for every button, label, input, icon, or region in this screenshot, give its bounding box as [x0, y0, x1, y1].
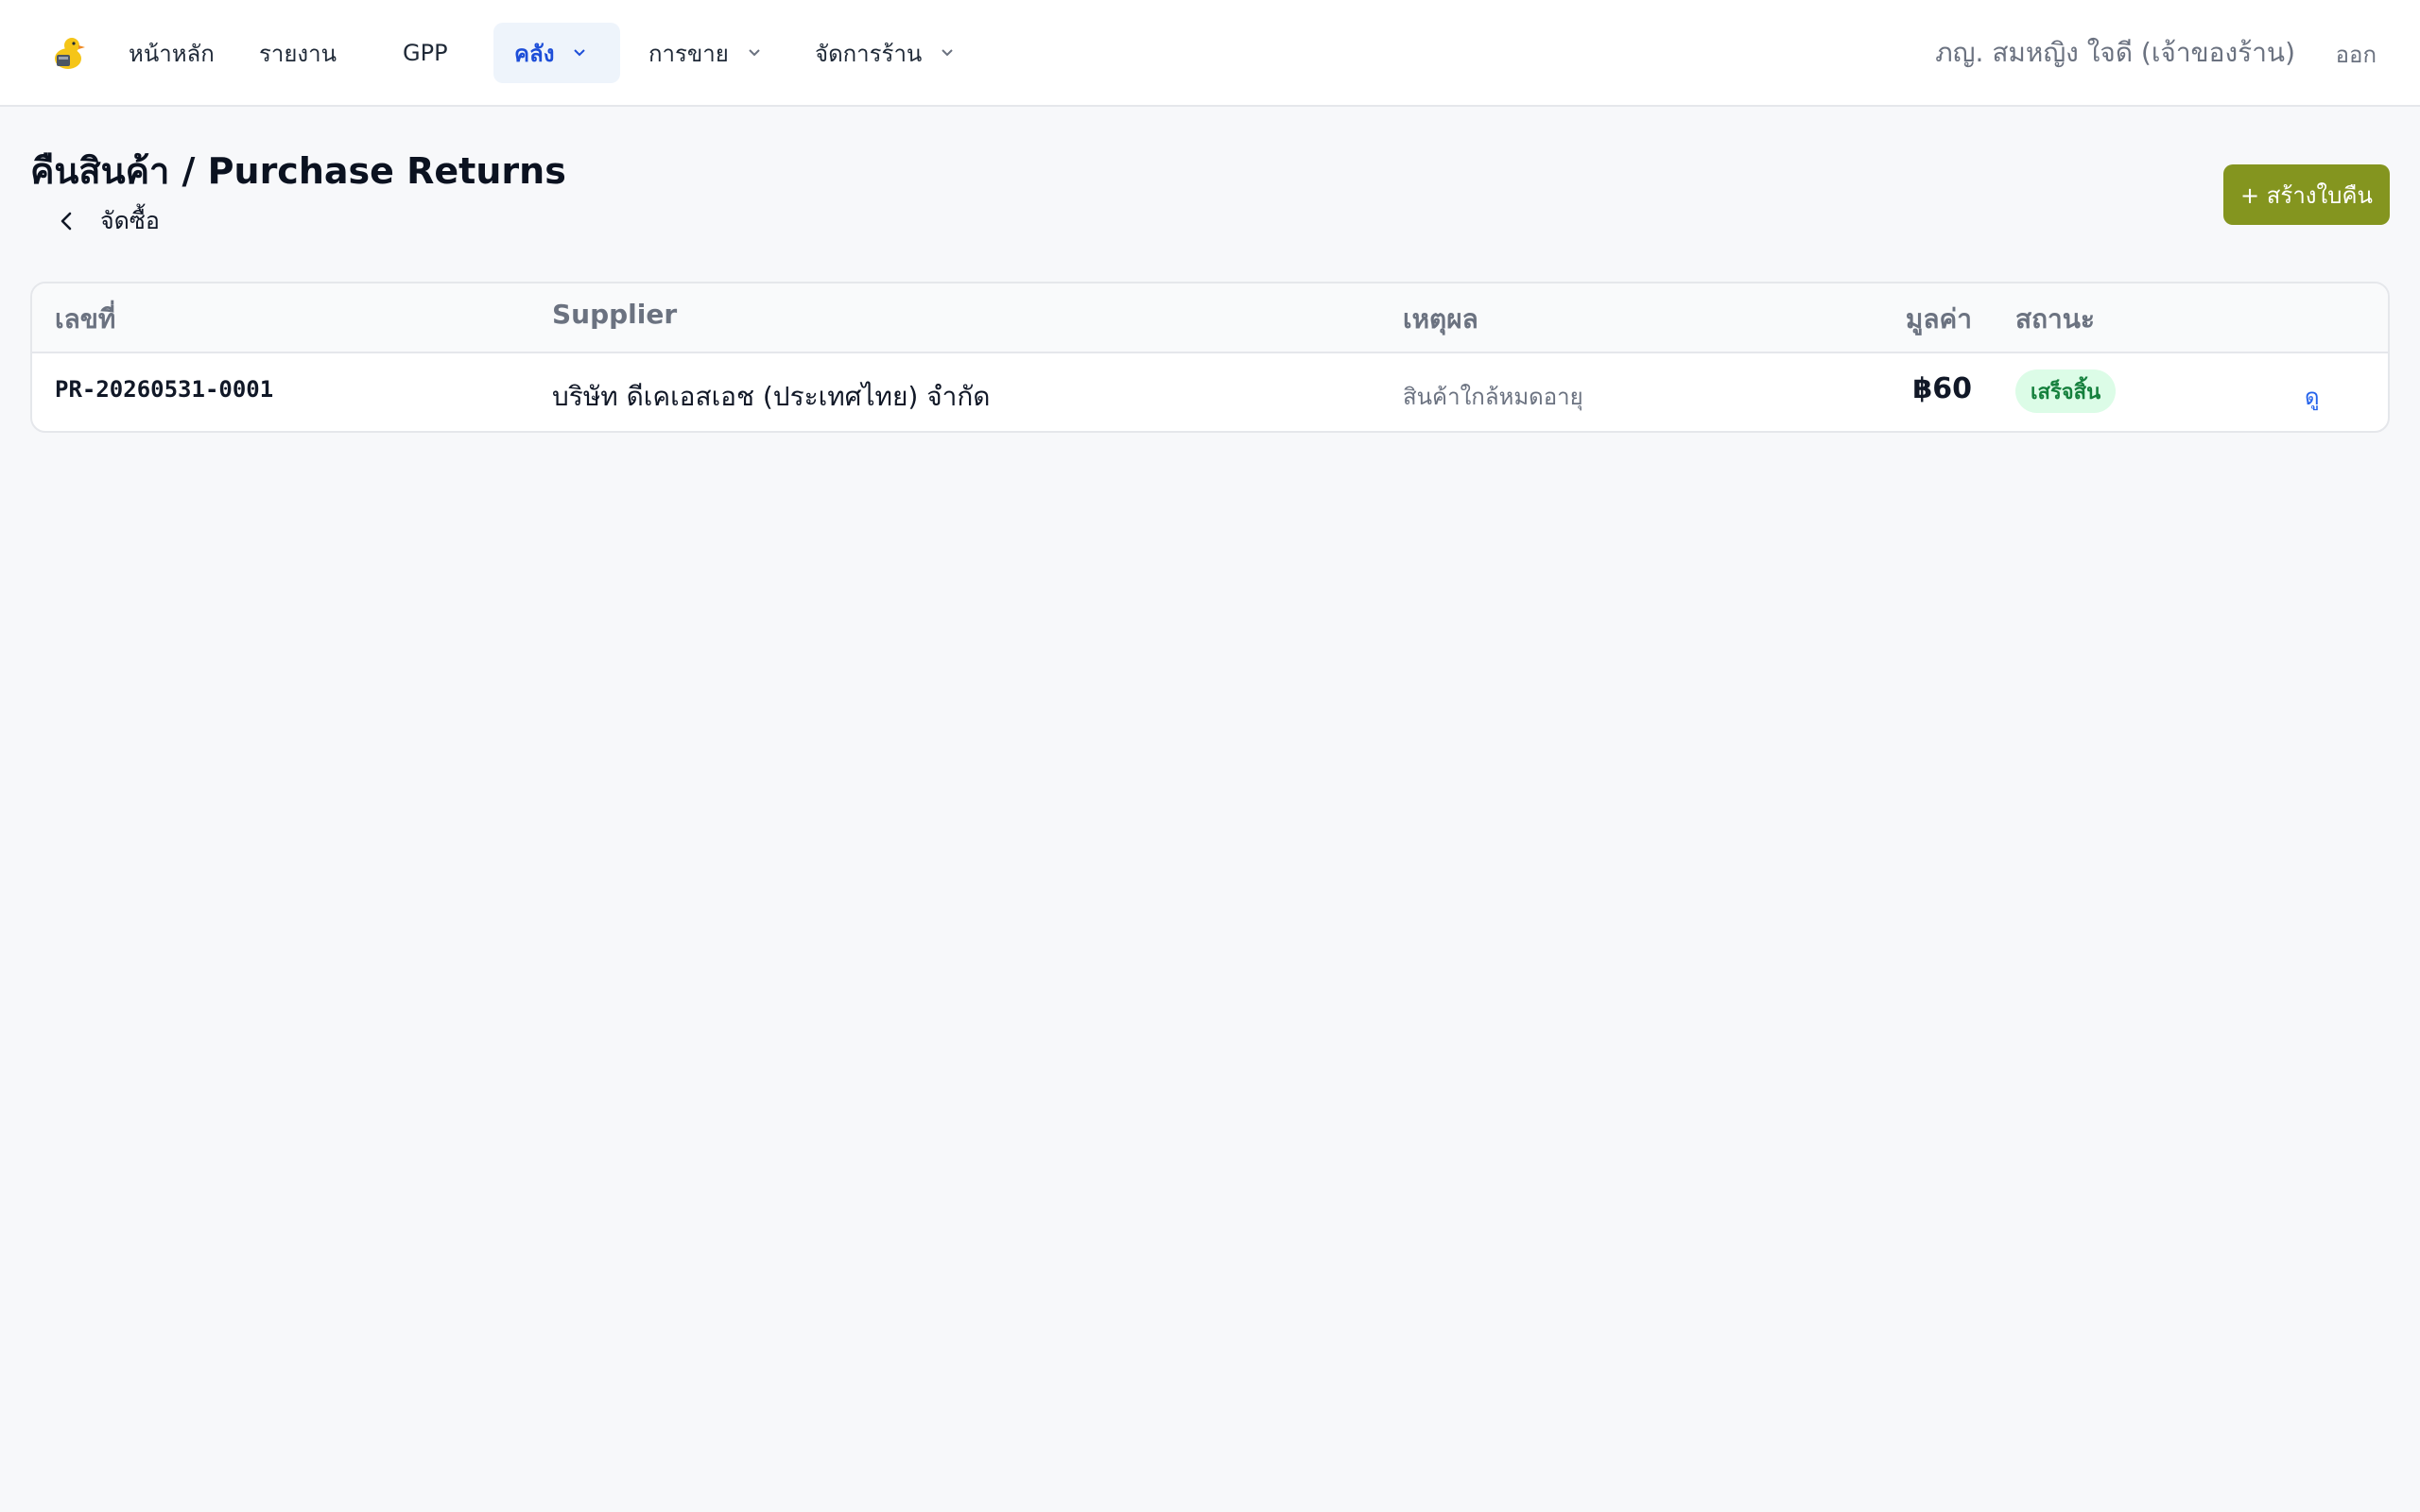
column-header-supplier: Supplier: [552, 299, 678, 330]
nav-item-label: การขาย: [648, 40, 729, 67]
back-to-purchasing-link[interactable]: จัดซื้อ: [55, 202, 160, 240]
return-amount: ฿60: [1912, 372, 1972, 405]
purchase-returns-table: เลขที่ Supplier เหตุผล มูลค่า สถานะ PR-2…: [30, 282, 2390, 433]
duck-logo-icon[interactable]: [49, 34, 87, 72]
nav-item-label: จัดการร้าน: [815, 40, 923, 67]
column-header-status: สถานะ: [2015, 303, 2095, 335]
create-return-button[interactable]: + สร้างใบคืน: [2223, 164, 2390, 225]
logout-button[interactable]: ออก: [2336, 36, 2377, 73]
chevron-down-icon: [942, 49, 954, 57]
column-header-number: เลขที่: [55, 303, 116, 335]
status-badge: เสร็จสิ้น: [2015, 369, 2117, 413]
nav-item-label: หน้าหลัก: [129, 40, 215, 67]
back-link-label: จัดซื้อ: [100, 207, 160, 234]
table-header: เลขที่ Supplier เหตุผล มูลค่า สถานะ: [32, 284, 2388, 353]
column-header-amount: มูลค่า: [1905, 303, 1972, 335]
nav-item-label: GPP: [403, 40, 448, 66]
chevron-down-icon: [574, 49, 586, 57]
table-row[interactable]: PR-20260531-0001 บริษัท ดีเคเอสเอช (ประเ…: [32, 353, 2388, 431]
chevron-down-icon: [749, 49, 760, 57]
nav-item-gpp[interactable]: GPP: [382, 23, 469, 83]
nav-item-sales[interactable]: การขาย: [628, 23, 784, 83]
nav-item-home[interactable]: หน้าหลัก: [108, 23, 235, 83]
supplier-name: บริษัท ดีเคเอสเอช (ประเทศไทย) จำกัด: [552, 381, 991, 412]
nav-item-inventory[interactable]: คลัง: [493, 23, 620, 83]
nav-item-store-management[interactable]: จัดการร้าน: [794, 23, 977, 83]
column-header-reason: เหตุผล: [1403, 303, 1478, 335]
return-number: PR-20260531-0001: [55, 376, 274, 403]
page-title: คืนสินค้า / Purchase Returns: [30, 150, 566, 192]
view-return-link[interactable]: ดู: [2305, 378, 2320, 415]
nav-item-reports[interactable]: รายงาน: [238, 23, 357, 83]
current-user-name: ภญ. สมหญิง ใจดี (เจ้าของร้าน): [1935, 37, 2295, 68]
nav-item-label: รายงาน: [259, 40, 337, 67]
nav-item-label: คลัง: [514, 40, 555, 67]
return-reason: สินค้าใกล้หมดอายุ: [1403, 384, 1583, 410]
chevron-left-icon: [60, 212, 72, 231]
top-navigation-bar: หน้าหลัก รายงาน GPP คลัง การขาย จัดการร้…: [0, 0, 2420, 107]
